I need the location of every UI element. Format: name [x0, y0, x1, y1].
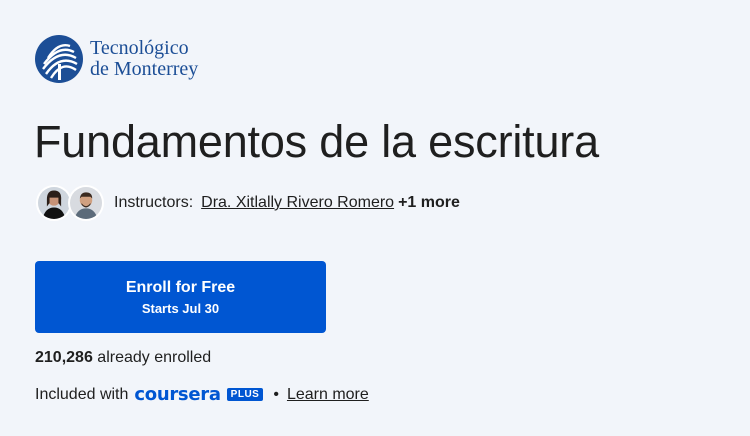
coursera-logo: coursera	[134, 384, 221, 405]
instructors-label: Instructors:	[114, 194, 194, 211]
partner-logo-text: Tecnológico de Monterrey	[90, 38, 198, 80]
partner-logo[interactable]: Tecnológico de Monterrey	[34, 34, 198, 84]
plus-badge: PLUS	[226, 388, 264, 401]
included-prefix: Included with	[35, 385, 129, 403]
enrollment-count: 210,286	[35, 349, 93, 366]
tec-monterrey-logo-icon	[35, 35, 83, 83]
instructors-more-button[interactable]: +1 more	[398, 194, 460, 212]
enrollment-count-text: 210,286 already enrolled	[35, 349, 211, 367]
enroll-button[interactable]: Enroll for Free Starts Jul 30	[35, 261, 326, 333]
separator-dot: •	[273, 385, 279, 403]
avatar-man-icon	[68, 185, 104, 221]
enrollment-suffix: already enrolled	[97, 349, 212, 366]
enroll-start-date: Starts Jul 30	[141, 300, 220, 316]
partner-logo-line1: Tecnológico	[90, 37, 189, 59]
avatar-woman-icon	[36, 185, 72, 221]
instructors-row: Instructors: Dra. Xitlally Rivero Romero…	[36, 185, 460, 221]
course-title: Fundamentos de la escritura	[34, 116, 599, 167]
learn-more-link[interactable]: Learn more	[287, 386, 369, 404]
partner-logo-line2: de Monterrey	[90, 58, 199, 80]
instructor-link-primary[interactable]: Dra. Xitlally Rivero Romero	[201, 194, 394, 212]
instructor-avatars[interactable]	[36, 185, 104, 221]
enroll-button-label: Enroll for Free	[125, 278, 236, 296]
included-with-row: Included with coursera PLUS • Learn more	[35, 384, 369, 405]
